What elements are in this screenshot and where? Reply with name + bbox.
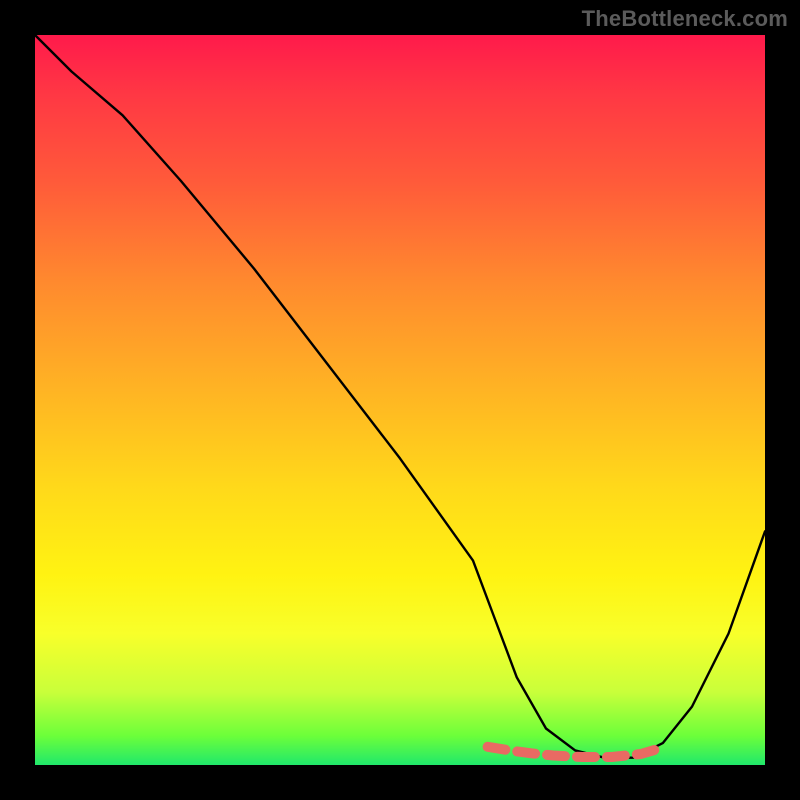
- highlight-segment-path: [488, 747, 663, 757]
- plot-area: [35, 35, 765, 765]
- chart-svg: [35, 35, 765, 765]
- watermark-text: TheBottleneck.com: [582, 6, 788, 32]
- bottleneck-curve-path: [35, 35, 765, 758]
- chart-frame: TheBottleneck.com: [0, 0, 800, 800]
